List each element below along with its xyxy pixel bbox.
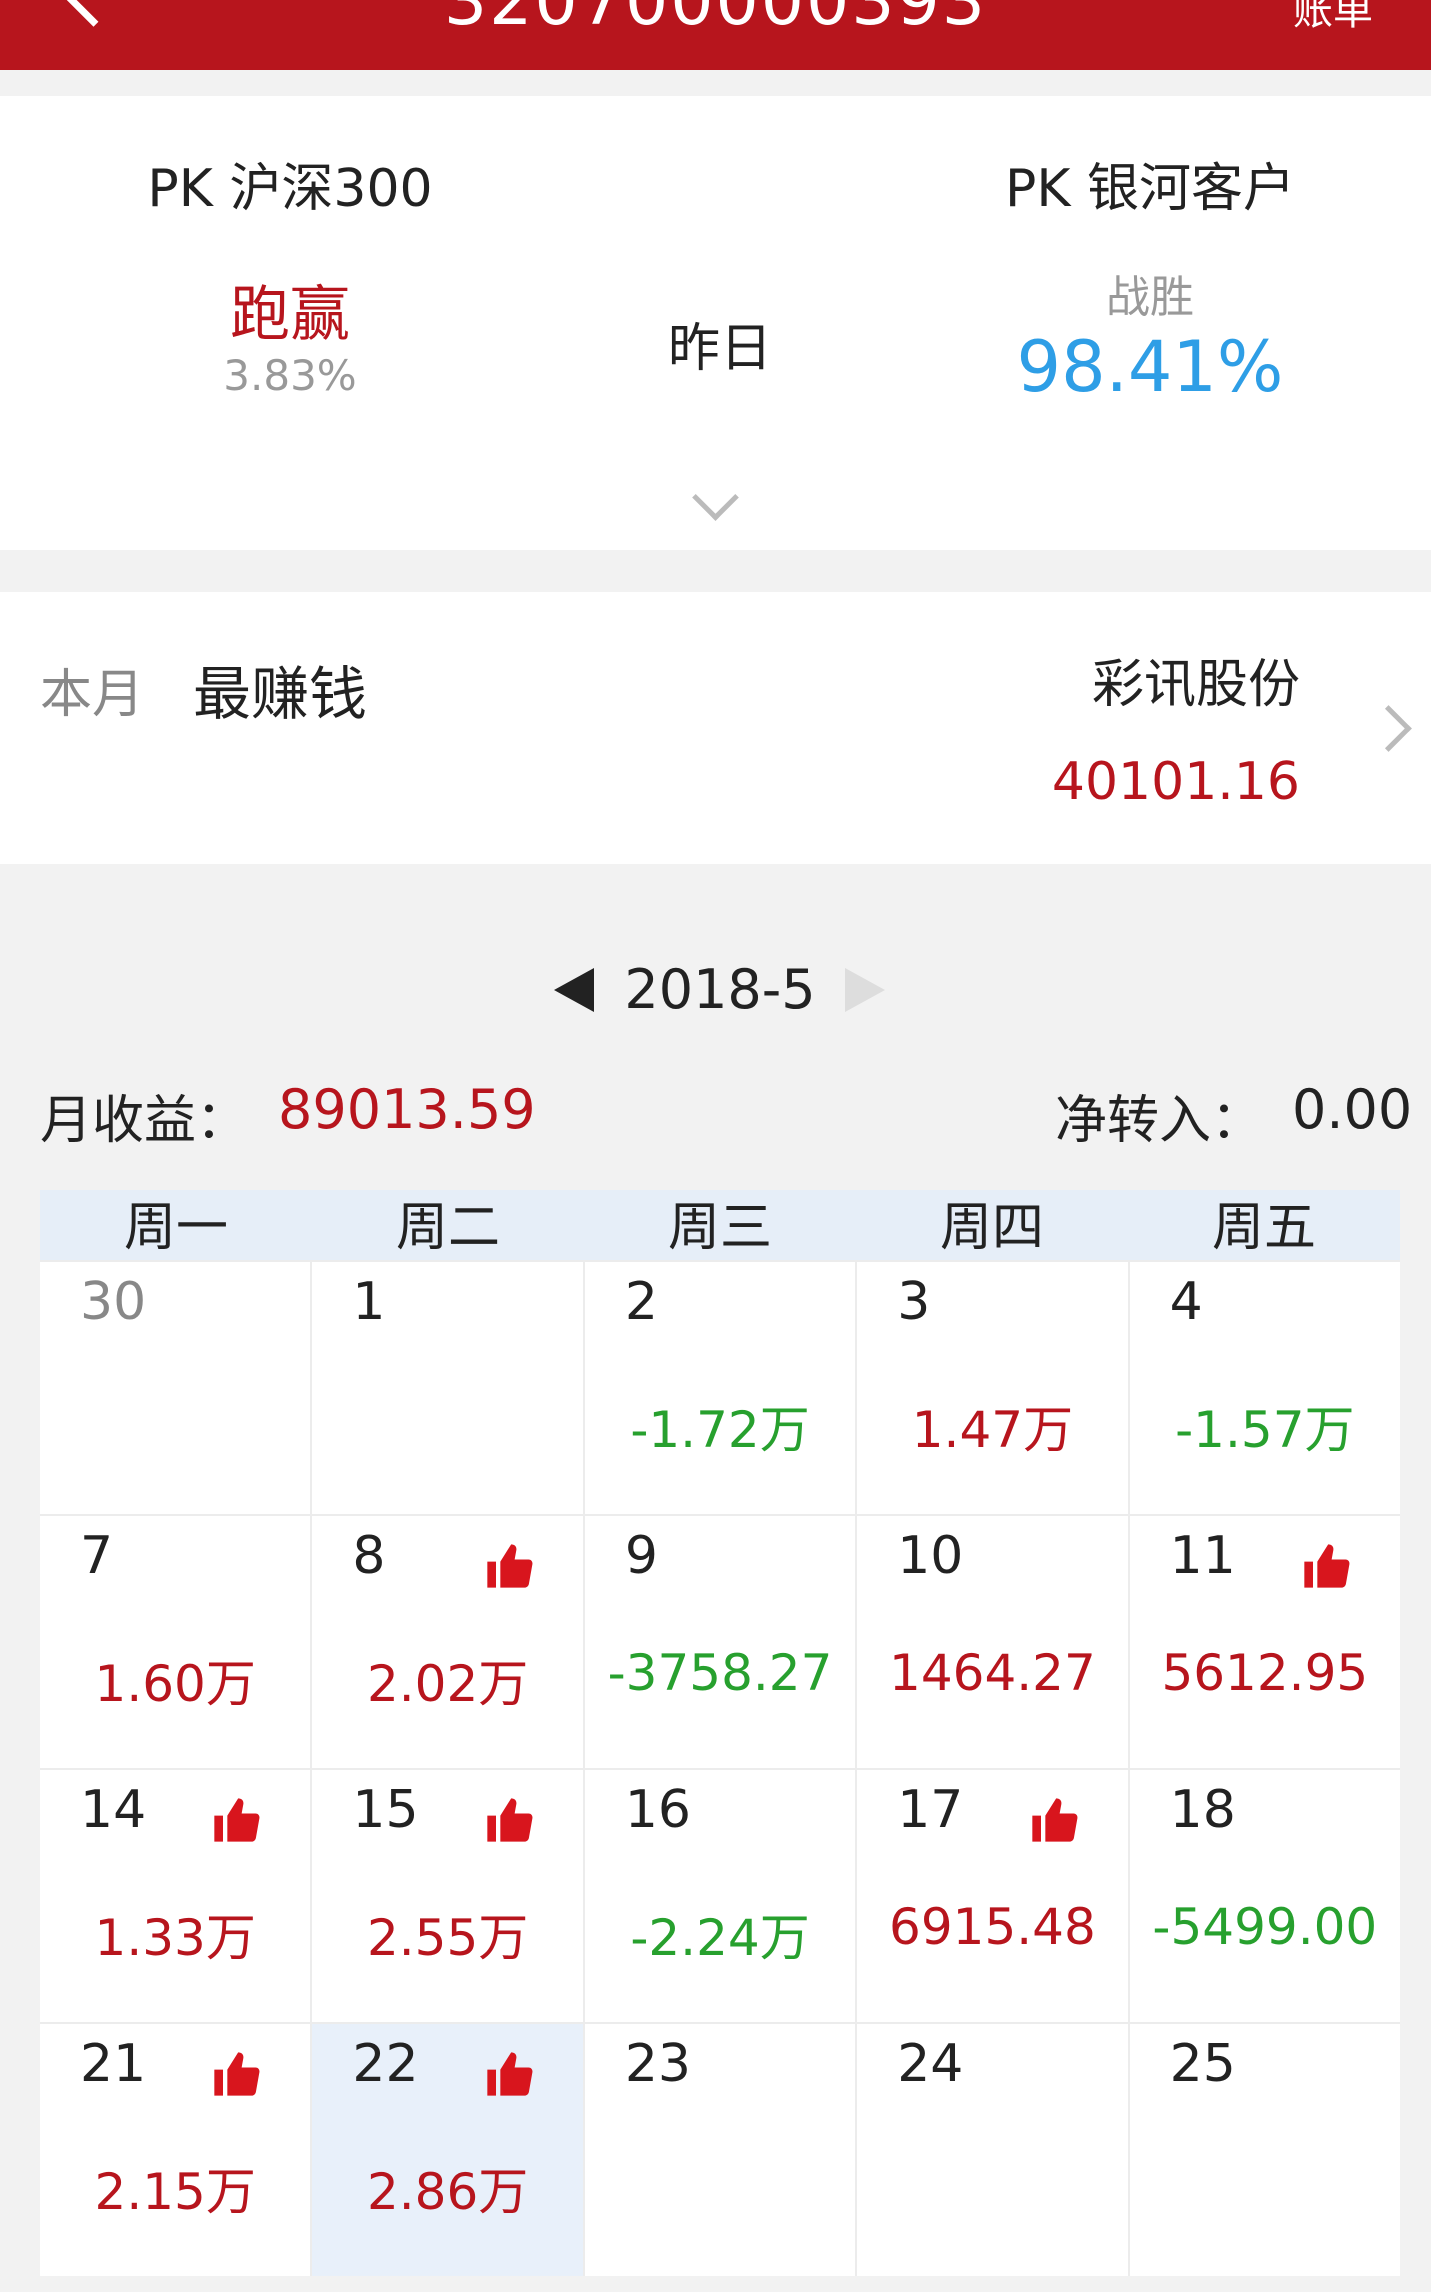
thumbs-up-icon — [210, 2048, 262, 2100]
weekday-thu: 周四 — [939, 1198, 1044, 1258]
day-number: 10 — [897, 1526, 964, 1586]
weekday-fri: 周五 — [1211, 1198, 1316, 1258]
calendar-day-cell[interactable]: 21 2.15万 — [40, 2024, 313, 2276]
current-month: 2018-5 — [624, 958, 816, 1021]
calendar-day-cell[interactable]: 9 -3758.27 — [584, 1516, 858, 1768]
day-profit: 2.86万 — [366, 2163, 529, 2221]
pk-index-result: 跑赢 — [230, 280, 350, 350]
calendar-day-cell[interactable]: 22 2.86万 — [312, 2024, 585, 2276]
day-profit: 1.33万 — [94, 1909, 256, 1967]
month-navigator: 2018-5 — [0, 958, 1431, 1038]
calendar-day-cell[interactable]: 4 -1.57万 — [1129, 1262, 1401, 1514]
calendar-body: 30 1 2 -1.72万 3 1.47万 4 -1.57万 7 1.60万 8 2.02万 9 -375… — [40, 1260, 1401, 2276]
profit-calendar: 周一 周二 周三 周四 周五 30 1 2 -1.72万 3 1.47万 4 -1.57万 7 1… — [40, 1190, 1401, 2276]
day-profit: 1464.27 — [889, 1644, 1096, 1702]
bill-button[interactable]: 账单 — [1293, 0, 1373, 36]
calendar-day-cell[interactable]: 15 2.55万 — [312, 1770, 585, 2022]
best-stock-card[interactable]: 本月 最赚钱 彩讯股份 40101.16 — [0, 592, 1431, 864]
day-number: 11 — [1169, 1526, 1236, 1586]
day-number: 2 — [624, 1272, 658, 1332]
day-number: 21 — [80, 2034, 147, 2094]
calendar-day-cell[interactable]: 1 — [312, 1262, 585, 1514]
calendar-day-cell[interactable]: 18 -5499.00 — [1129, 1770, 1401, 2022]
calendar-week-row: 30 1 2 -1.72万 3 1.47万 4 -1.57万 — [40, 1260, 1401, 1514]
day-number: 24 — [897, 2034, 964, 2094]
best-stock-amount: 40101.16 — [1051, 752, 1300, 812]
day-number: 18 — [1169, 1780, 1236, 1840]
weekday-header: 周一 周二 周三 周四 周五 — [40, 1190, 1400, 1260]
day-profit: 6915.48 — [889, 1898, 1096, 1956]
day-profit: -2.24万 — [630, 1909, 810, 1967]
pk-clients-value: 98.41% — [1016, 326, 1284, 408]
app-header: 320700000393 账单 — [0, 0, 1431, 70]
day-number: 25 — [1169, 2034, 1236, 2094]
thumbs-up-icon — [1300, 1540, 1352, 1592]
best-title: 最赚钱 — [193, 660, 368, 728]
thumbs-up-icon — [1028, 1794, 1080, 1846]
account-number: 320700000393 — [443, 0, 988, 41]
calendar-day-cell[interactable]: 7 1.60万 — [40, 1516, 313, 1768]
calendar-week-row: 14 1.33万 15 2.55万 16 -2.24万 17 6915.48 18 -5499.0… — [40, 1768, 1401, 2022]
pk-period-label: 昨日 — [667, 319, 772, 379]
thumbs-up-icon — [483, 1794, 535, 1846]
day-number: 9 — [624, 1526, 658, 1586]
pk-index-value: 3.83% — [223, 351, 357, 400]
calendar-day-cell[interactable]: 3 1.47万 — [857, 1262, 1130, 1514]
weekday-tue: 周二 — [395, 1198, 500, 1258]
weekday-wed: 周三 — [667, 1198, 772, 1258]
pk-card[interactable]: PK 沪深300 跑赢 3.83% 昨日 PK 银河客户 战胜 98.41% — [0, 96, 1431, 550]
day-number: 30 — [80, 1272, 147, 1332]
day-number: 14 — [80, 1780, 147, 1840]
calendar-day-cell[interactable]: 16 -2.24万 — [584, 1770, 858, 2022]
day-profit: 2.02万 — [366, 1655, 529, 1713]
day-profit: 1.60万 — [94, 1655, 256, 1713]
calendar-week-row: 7 1.60万 8 2.02万 9 -3758.27 10 1464.27 11 5612.95 — [40, 1514, 1401, 1768]
calendar-day-cell[interactable]: 14 1.33万 — [40, 1770, 313, 2022]
day-number: 8 — [352, 1526, 386, 1586]
day-number: 15 — [352, 1780, 419, 1840]
day-profit: 1.47万 — [911, 1401, 1074, 1459]
day-profit: 5612.95 — [1161, 1644, 1369, 1702]
day-number: 16 — [624, 1780, 691, 1840]
pk-clients-result: 战胜 — [1106, 272, 1194, 323]
calendar-day-cell[interactable]: 8 2.02万 — [312, 1516, 585, 1768]
day-profit: -1.57万 — [1175, 1401, 1355, 1459]
net-transfer-label: 净转入： — [1055, 1091, 1264, 1151]
thumbs-up-icon — [210, 1794, 262, 1846]
day-number: 22 — [352, 2034, 419, 2094]
day-profit: -5499.00 — [1152, 1898, 1378, 1956]
calendar-day-cell[interactable]: 23 — [584, 2024, 858, 2276]
chevron-down-icon[interactable] — [692, 474, 739, 521]
day-profit: 2.55万 — [366, 1909, 529, 1967]
calendar-day-cell[interactable]: 24 — [857, 2024, 1130, 2276]
thumbs-up-icon — [483, 1540, 535, 1592]
triangle-right-icon[interactable] — [845, 968, 885, 1012]
pk-index-title: PK 沪深300 — [147, 159, 433, 219]
day-number: 4 — [1169, 1272, 1203, 1332]
calendar-day-cell[interactable]: 17 6915.48 — [857, 1770, 1130, 2022]
monthly-income-value: 89013.59 — [278, 1078, 536, 1141]
net-transfer-value: 0.00 — [1292, 1078, 1413, 1141]
triangle-left-icon[interactable] — [554, 968, 594, 1012]
weekday-mon: 周一 — [123, 1198, 228, 1258]
best-period-label: 本月 — [40, 665, 145, 725]
day-profit: -3758.27 — [607, 1644, 833, 1702]
best-stock-name: 彩讯股份 — [1091, 655, 1300, 715]
day-number: 1 — [352, 1272, 386, 1332]
calendar-day-cell[interactable]: 30 — [40, 1262, 313, 1514]
calendar-week-row: 21 2.15万 22 2.86万 23 24 25 — [40, 2022, 1401, 2276]
day-number: 17 — [897, 1780, 964, 1840]
calendar-day-cell[interactable]: 2 -1.72万 — [584, 1262, 858, 1514]
day-number: 7 — [80, 1526, 114, 1586]
monthly-income-label: 月收益： — [40, 1091, 249, 1151]
calendar-day-cell[interactable]: 11 5612.95 — [1129, 1516, 1401, 1768]
pk-clients-title: PK 银河客户 — [1005, 159, 1295, 219]
calendar-day-cell[interactable]: 25 — [1129, 2024, 1401, 2276]
day-number: 23 — [624, 2034, 691, 2094]
calendar-day-cell[interactable]: 10 1464.27 — [857, 1516, 1130, 1768]
day-number: 3 — [897, 1272, 931, 1332]
day-profit: 2.15万 — [94, 2163, 256, 2221]
thumbs-up-icon — [483, 2048, 535, 2100]
day-profit: -1.72万 — [630, 1401, 810, 1459]
